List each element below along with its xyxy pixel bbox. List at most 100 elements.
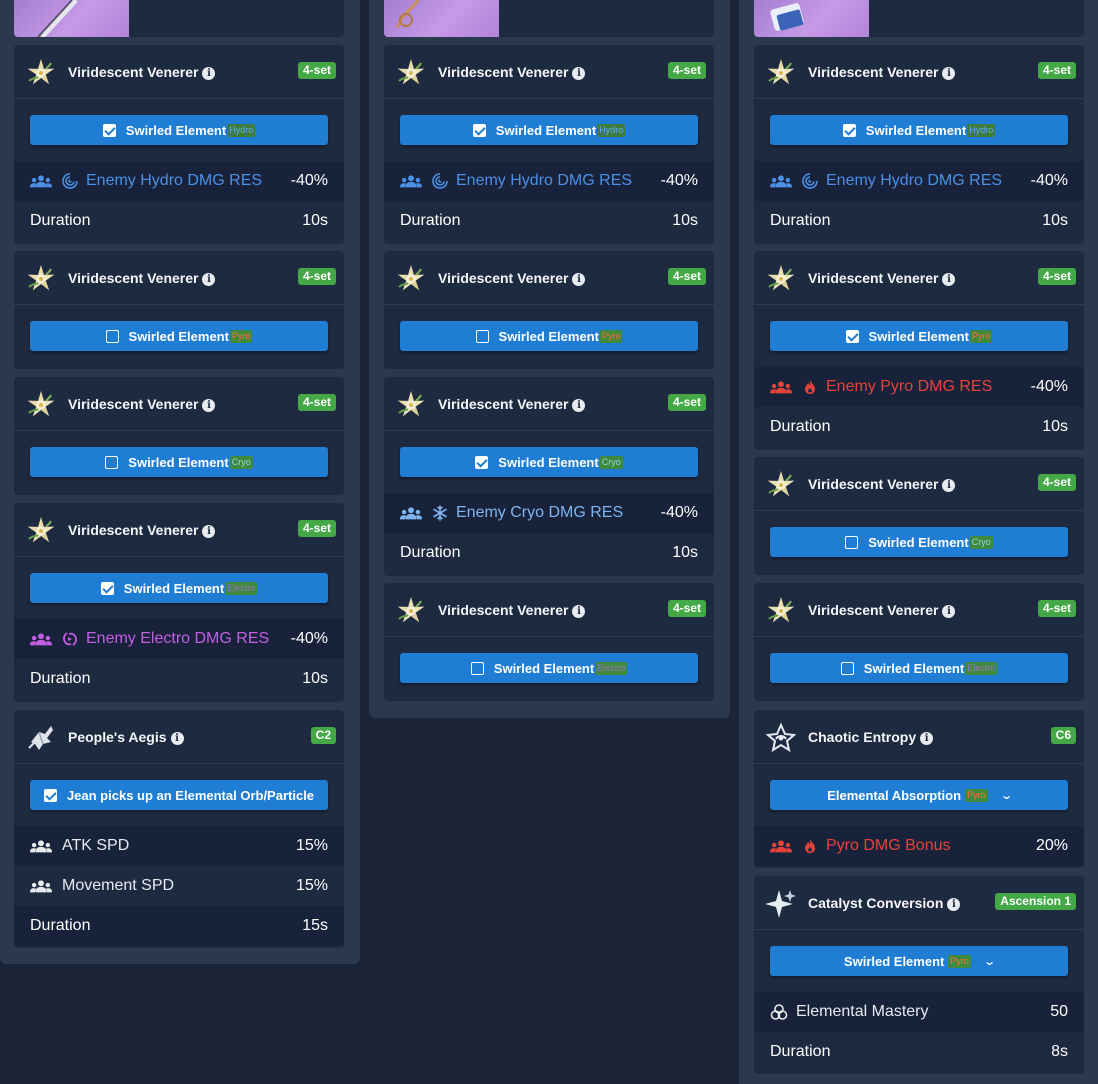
swirled-element-cryo-toggle[interactable]: Swirled Element Cryo bbox=[770, 527, 1068, 557]
button-label: Swirled Element bbox=[863, 660, 965, 676]
chaotic-entropy-icon bbox=[765, 722, 797, 754]
duration-label: Duration bbox=[30, 212, 91, 229]
element-tag: Hydro bbox=[967, 123, 996, 137]
button-label: Swirled Element bbox=[495, 122, 597, 138]
party-icon bbox=[30, 839, 52, 853]
element-tag: Electro bbox=[595, 661, 628, 675]
viridescent-flower-icon bbox=[25, 57, 57, 89]
checkbox-checked-icon bbox=[100, 581, 114, 595]
info-icon[interactable]: i bbox=[947, 898, 961, 911]
info-icon[interactable]: i bbox=[920, 732, 934, 745]
set-badge: 4-set bbox=[1037, 474, 1076, 491]
elemental-absorption-dropdown[interactable]: Elemental Absorption Pyro ⌄ bbox=[770, 780, 1068, 810]
set-badge: 4-set bbox=[667, 600, 706, 617]
info-icon[interactable]: i bbox=[942, 67, 956, 80]
checkbox-unchecked-icon bbox=[105, 329, 119, 343]
chevron-down-icon: ⌄ bbox=[983, 955, 996, 968]
electro-icon bbox=[62, 631, 78, 647]
viridescent-flower-icon bbox=[395, 263, 427, 295]
swirled-element-hydro-toggle[interactable]: Swirled Element Hydro bbox=[30, 115, 328, 145]
button-label: Swirled Element bbox=[498, 454, 599, 470]
info-icon[interactable]: i bbox=[170, 732, 184, 745]
button-label: Swirled Element bbox=[125, 122, 227, 138]
swirled-element-pyro-toggle[interactable]: Swirled Element Pyro bbox=[30, 321, 328, 351]
pyro-icon bbox=[802, 379, 818, 395]
checkbox-checked-icon bbox=[102, 123, 116, 137]
vv-card-pyro: Viridescent Venerer i 4-set Swirled Eleme… bbox=[14, 251, 344, 369]
duration-label: Duration bbox=[400, 544, 461, 561]
info-icon[interactable]: i bbox=[572, 273, 586, 286]
element-tag: Hydro bbox=[227, 123, 256, 137]
swirled-element-hydro-toggle[interactable]: Swirled Element Hydro bbox=[770, 115, 1068, 145]
viridescent-flower-icon bbox=[765, 263, 797, 295]
duration-value: 10s bbox=[302, 670, 328, 687]
info-icon[interactable]: i bbox=[202, 273, 216, 286]
card-header: Viridescent Venerer i 4-set bbox=[384, 583, 714, 637]
button-label: Swirled Element bbox=[128, 328, 229, 344]
swirled-element-electro-toggle[interactable]: Swirled Element Electro bbox=[770, 653, 1068, 683]
info-icon[interactable]: i bbox=[202, 399, 216, 412]
button-label: Jean picks up an Elemental Orb/Particle bbox=[66, 787, 315, 803]
set-badge: 4-set bbox=[667, 268, 706, 285]
stat-label: Elemental Mastery bbox=[796, 1003, 929, 1020]
viridescent-flower-icon bbox=[25, 263, 57, 295]
element-tag: Cryo bbox=[229, 455, 253, 469]
card-header: Viridescent Venerer i 4-set bbox=[14, 45, 344, 99]
party-icon bbox=[400, 174, 422, 188]
swirled-element-electro-toggle[interactable]: Swirled Element Electro bbox=[400, 653, 698, 683]
party-icon bbox=[770, 174, 792, 188]
elemental-orb-toggle[interactable]: Jean picks up an Elemental Orb/Particle bbox=[30, 780, 328, 810]
info-icon[interactable]: i bbox=[202, 525, 216, 538]
constellation-badge: C6 bbox=[1050, 727, 1076, 744]
swirled-element-hydro-toggle[interactable]: Swirled Element Hydro bbox=[400, 115, 698, 145]
swirled-element-electro-toggle[interactable]: Swirled Element Electro bbox=[30, 573, 328, 603]
card-header: Viridescent Venerer i 4-set bbox=[754, 251, 1084, 305]
stat-value: 15% bbox=[295, 837, 328, 854]
swirled-element-cryo-toggle[interactable]: Swirled Element Cryo bbox=[30, 447, 328, 477]
info-icon[interactable]: i bbox=[572, 67, 586, 80]
stat-value: -40% bbox=[1030, 378, 1068, 395]
duration-value: 10s bbox=[672, 212, 698, 229]
button-label: Swirled Element bbox=[498, 328, 599, 344]
info-icon[interactable]: i bbox=[572, 399, 586, 412]
swirled-element-pyro-toggle[interactable]: Swirled Element Pyro bbox=[770, 321, 1068, 351]
info-icon[interactable]: i bbox=[942, 479, 956, 492]
peoples-aegis-card: People's Aegis i C2 Jean picks up an Elem… bbox=[14, 710, 344, 948]
info-icon[interactable]: i bbox=[572, 605, 586, 618]
stat-value: -40% bbox=[660, 172, 698, 189]
card-title: Viridescent Venerer bbox=[438, 270, 569, 286]
duration-label: Duration bbox=[30, 917, 91, 934]
vv-card-pyro: Viridescent Venerer i 4-set Swirled Eleme… bbox=[384, 251, 714, 369]
party-icon bbox=[30, 632, 52, 646]
stat-value: -40% bbox=[660, 504, 698, 521]
card-header: Viridescent Venerer i 4-set bbox=[754, 583, 1084, 637]
party-icon bbox=[30, 174, 52, 188]
stat-label: Enemy Hydro DMG RES bbox=[826, 172, 1003, 189]
set-badge: 4-set bbox=[667, 394, 706, 411]
card-title: Viridescent Venerer bbox=[808, 270, 939, 286]
card-title: People's Aegis bbox=[68, 729, 167, 745]
vv-card-hydro: Viridescent Venerer i 4-set Swirled Eleme… bbox=[754, 45, 1084, 244]
element-tag: Electro bbox=[965, 661, 998, 675]
info-icon[interactable]: i bbox=[942, 273, 956, 286]
column-3: Viridescent Venerer i 4-set Swirled Eleme… bbox=[754, 0, 1084, 1084]
duration-value: 8s bbox=[1051, 1043, 1068, 1060]
card-title: Viridescent Venerer bbox=[68, 270, 199, 286]
vv-card-electro: Viridescent Venerer i 4-set Swirled Eleme… bbox=[754, 583, 1084, 701]
vv-card-pyro: Viridescent Venerer i 4-set Swirled Eleme… bbox=[754, 251, 1084, 450]
weapon-thumbnail-1 bbox=[14, 0, 344, 37]
swirled-element-pyro-toggle[interactable]: Swirled Element Pyro bbox=[400, 321, 698, 351]
vv-card-hydro: Viridescent Venerer i 4-set Swirled Eleme… bbox=[14, 45, 344, 244]
weapon-image bbox=[14, 0, 129, 37]
weapon-thumbnail-2 bbox=[384, 0, 714, 37]
swirled-element-cryo-toggle[interactable]: Swirled Element Cryo bbox=[400, 447, 698, 477]
column-2: Viridescent Venerer i 4-set Swirled Eleme… bbox=[384, 0, 714, 718]
vv-card-cryo: Viridescent Venerer i 4-set Swirled Eleme… bbox=[14, 377, 344, 495]
swirled-element-dropdown[interactable]: Swirled Element Pyro ⌄ bbox=[770, 946, 1068, 976]
info-icon[interactable]: i bbox=[202, 67, 216, 80]
info-icon[interactable]: i bbox=[942, 605, 956, 618]
weapon-image bbox=[384, 0, 499, 37]
hydro-icon bbox=[62, 173, 78, 189]
viridescent-flower-icon bbox=[395, 595, 427, 627]
weapon-image bbox=[754, 0, 869, 37]
